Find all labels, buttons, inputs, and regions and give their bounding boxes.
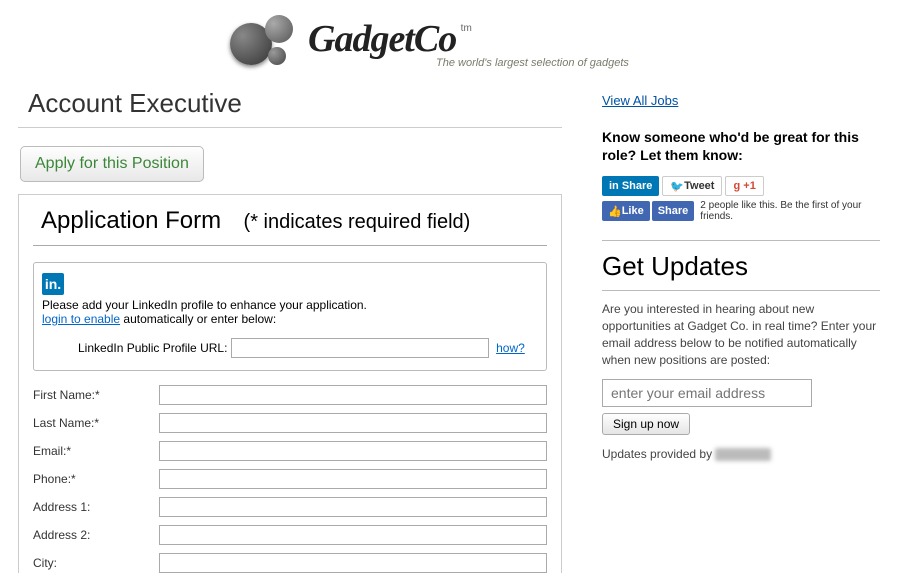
linkedin-login-trail: automatically or enter below: — [120, 312, 276, 326]
get-updates-title: Get Updates — [602, 251, 880, 282]
address1-label: Address 1: — [33, 500, 159, 514]
share-googleplus-button[interactable]: g +1 — [725, 176, 763, 196]
brand-tagline: The world's largest selection of gadgets — [436, 57, 629, 69]
linkedin-box: in. Please add your LinkedIn profile to … — [33, 262, 547, 371]
divider — [602, 240, 880, 241]
linkedin-url-input[interactable] — [231, 338, 489, 358]
facebook-row: 👍 Like Share 2 people like this. Be the … — [602, 200, 880, 222]
linkedin-url-label: LinkedIn Public Profile URL: — [78, 341, 227, 355]
share-twitter-button[interactable]: 🐦Tweet — [662, 176, 722, 196]
header: GadgetCo tm The world's largest selectio… — [0, 0, 898, 80]
first-name-input[interactable] — [159, 385, 547, 405]
phone-label: Phone:* — [33, 472, 159, 486]
first-name-label: First Name:* — [33, 388, 159, 402]
last-name-label: Last Name:* — [33, 416, 159, 430]
linkedin-how-link[interactable]: how? — [496, 341, 525, 355]
facebook-like-button[interactable]: 👍 Like — [602, 201, 650, 221]
gears-icon — [230, 15, 300, 70]
facebook-share-button[interactable]: Share — [652, 201, 695, 221]
city-label: City: — [33, 556, 159, 570]
view-all-jobs-link[interactable]: View All Jobs — [602, 93, 678, 108]
address2-input[interactable] — [159, 525, 547, 545]
divider — [602, 290, 880, 291]
city-input[interactable] — [159, 553, 547, 573]
share-linkedin-button[interactable]: in Share — [602, 176, 659, 196]
apply-button[interactable]: Apply for this Position — [20, 146, 204, 182]
facebook-caption: 2 people like this. Be the first of your… — [700, 200, 880, 222]
brand-name: GadgetCo — [308, 18, 456, 60]
address1-input[interactable] — [159, 497, 547, 517]
job-title: Account Executive — [18, 80, 562, 128]
application-form: Application Form (* indicates required f… — [18, 194, 562, 573]
get-updates-text: Are you interested in hearing about new … — [602, 301, 880, 368]
email-label: Email:* — [33, 444, 159, 458]
know-someone-heading: Know someone who'd be great for this rol… — [602, 128, 880, 164]
updates-email-input[interactable] — [602, 379, 812, 407]
main-content: Account Executive Apply for this Positio… — [18, 80, 562, 581]
form-heading: Application Form — [41, 207, 221, 235]
divider — [33, 245, 547, 246]
logo-text: GadgetCo tm The world's largest selectio… — [308, 17, 629, 69]
signup-button[interactable]: Sign up now — [602, 413, 690, 435]
provider-logo-blurred — [715, 448, 771, 461]
share-row: in Share 🐦Tweet g +1 — [602, 176, 880, 196]
address2-label: Address 2: — [33, 528, 159, 542]
phone-input[interactable] — [159, 469, 547, 489]
last-name-input[interactable] — [159, 413, 547, 433]
trademark: tm — [461, 23, 472, 34]
linkedin-instruction: Please add your LinkedIn profile to enha… — [42, 298, 367, 312]
linkedin-icon: in. — [42, 273, 64, 295]
sidebar: View All Jobs Know someone who'd be grea… — [602, 80, 880, 581]
updates-provided-by: Updates provided by — [602, 447, 880, 461]
email-field[interactable] — [159, 441, 547, 461]
linkedin-login-link[interactable]: login to enable — [42, 312, 120, 326]
required-note: (* indicates required field) — [244, 211, 471, 234]
